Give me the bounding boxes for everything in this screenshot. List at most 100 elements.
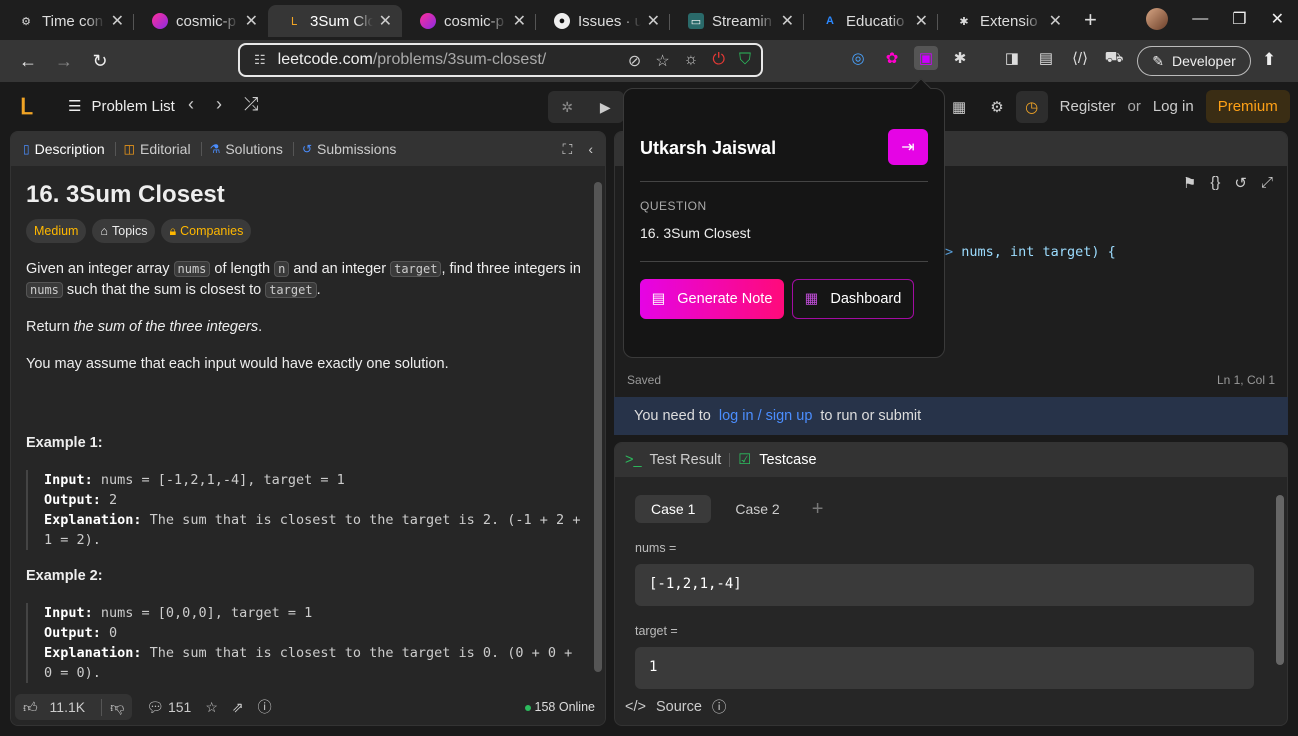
notes-extension-icon[interactable]: ▣	[914, 46, 938, 70]
code-icon[interactable]: ⟨/⟩	[1068, 46, 1092, 70]
close-window-icon[interactable]: ✕	[1271, 9, 1284, 29]
star-icon[interactable]: ☆	[655, 51, 669, 71]
testcase-tabs: >_ Test Result ☑ Testcase	[615, 443, 1287, 477]
dislike-button[interactable]: 👎︎	[101, 698, 132, 716]
like-dislike: 👍︎ 11.1K 👎︎	[15, 694, 133, 720]
browser-tab[interactable]: cosmic-p ✕	[134, 5, 268, 37]
site-settings-icon[interactable]: ☷	[254, 52, 266, 68]
minimize-icon[interactable]: —	[1192, 10, 1208, 28]
update-icon[interactable]: ⬆	[1262, 50, 1276, 70]
problem-statement: Given an integer array nums of length n …	[26, 261, 581, 298]
url-text: leetcode.com/problems/3sum-closest/	[277, 51, 547, 68]
dashboard-button[interactable]: ▦ Dashboard	[792, 279, 914, 319]
fullscreen-icon[interactable]: ⛶	[563, 141, 573, 158]
star-icon[interactable]: ☆	[205, 699, 218, 716]
help-icon[interactable]: ⓘ	[712, 696, 727, 717]
sun-icon[interactable]: ☼	[684, 51, 699, 71]
reset-icon[interactable]: ↺	[1234, 174, 1247, 192]
color-picker-icon[interactable]: ◎	[846, 46, 870, 70]
azure-icon: A	[826, 15, 834, 27]
help-icon[interactable]: ⓘ	[258, 697, 272, 717]
close-tab-icon[interactable]: ✕	[245, 11, 258, 31]
source-button[interactable]: </> Source ⓘ	[625, 696, 726, 717]
topics-tag[interactable]: ⌂ Topics	[92, 219, 156, 243]
forward-arrow-icon[interactable]: →	[46, 51, 82, 72]
reload-icon[interactable]: ↻	[82, 51, 118, 72]
profile-avatar[interactable]	[1146, 8, 1169, 30]
address-bar[interactable]: ☷ leetcode.com/problems/3sum-closest/ ⊘ …	[238, 43, 763, 77]
browser-tab[interactable]: ● Issues · u ✕	[536, 5, 670, 37]
next-problem-icon[interactable]: ›	[216, 94, 222, 115]
browser-tab[interactable]: ✱ Extensio ✕	[938, 5, 1072, 37]
checkbox-icon: ☑	[738, 452, 752, 468]
tab-submissions[interactable]: ↺ Submissions	[302, 141, 406, 157]
eye-off-icon[interactable]: ⊘	[628, 51, 641, 71]
browser-toolbar: ← → ↻ ☷ leetcode.com/problems/3sum-close…	[0, 40, 1298, 82]
nums-input[interactable]: [-1,2,1,-4]	[635, 564, 1254, 606]
share-icon[interactable]: ⇗	[232, 699, 244, 716]
problem-list-button[interactable]: ☰ Problem List	[68, 97, 175, 116]
developer-button[interactable]: ✎ Developer	[1137, 46, 1251, 76]
description-scrollbar[interactable]	[593, 170, 603, 690]
shield-icon[interactable]: ⛉	[739, 51, 751, 71]
comments-button[interactable]: 💬︎ 151	[146, 699, 191, 716]
target-input[interactable]: 1	[635, 647, 1254, 689]
back-arrow-icon[interactable]: ←	[10, 51, 46, 72]
bookmark-icon[interactable]: ⚑	[1183, 174, 1196, 192]
shuffle-icon[interactable]: ⤮	[244, 94, 258, 115]
stream-icon: ▭	[688, 13, 704, 29]
close-tab-icon[interactable]: ✕	[1049, 11, 1062, 31]
code-line[interactable]: > nums, int target) {	[945, 244, 1116, 260]
testcase-scrollbar[interactable]	[1275, 483, 1285, 689]
add-case-icon[interactable]: +	[812, 498, 824, 521]
leetcode-logo-icon[interactable]: ᒪ	[20, 94, 44, 119]
palette-icon[interactable]: ✿	[880, 46, 904, 70]
browser-tab[interactable]: ⚙ Time con ✕	[0, 5, 134, 37]
tab-testcase[interactable]: Testcase	[759, 452, 816, 468]
like-button[interactable]: 👍︎ 11.1K	[15, 699, 101, 716]
register-link[interactable]: Register	[1060, 98, 1116, 115]
collapse-icon[interactable]: ‹	[588, 141, 593, 158]
format-icon[interactable]: {}	[1210, 174, 1220, 192]
close-tab-icon[interactable]: ✕	[781, 11, 794, 31]
tab-description[interactable]: ▯ Description	[23, 141, 115, 157]
settings-icon[interactable]: ⚙	[990, 98, 1003, 116]
run-icon[interactable]: ▶	[600, 99, 611, 116]
case-2-tab[interactable]: Case 2	[719, 495, 795, 523]
history-icon[interactable]: ▤	[1034, 46, 1058, 70]
layout-icon[interactable]: ▦	[952, 98, 966, 116]
example-1-title: Example 1:	[26, 435, 103, 451]
tab-test-result[interactable]: Test Result	[650, 452, 722, 468]
close-tab-icon[interactable]: ✕	[647, 11, 660, 31]
browser-tab-active[interactable]: ᒪ 3Sum Clo ✕	[268, 5, 402, 37]
generate-note-button[interactable]: ▤ Generate Note	[640, 279, 784, 319]
tab-solutions[interactable]: ⚗ Solutions	[210, 141, 293, 157]
browser-tab[interactable]: ▭ Streamin ✕	[670, 5, 804, 37]
example-2-title: Example 2:	[26, 568, 103, 584]
close-tab-icon[interactable]: ✕	[513, 11, 526, 31]
close-tab-icon[interactable]: ✕	[379, 11, 392, 31]
close-tab-icon[interactable]: ✕	[915, 11, 928, 31]
problem-title[interactable]: 16. 3Sum Closest	[26, 183, 586, 207]
new-tab-icon[interactable]: +	[1084, 7, 1097, 33]
timer-icon[interactable]: ◷	[1015, 90, 1048, 123]
companies-tag[interactable]: 🔒︎ Companies	[161, 219, 252, 243]
sidepanel-icon[interactable]: ◨	[1000, 46, 1024, 70]
cart-icon[interactable]: ⛟	[1102, 46, 1126, 70]
browser-tab[interactable]: A Educatio ✕	[804, 5, 938, 37]
logout-button[interactable]: ⇥	[888, 129, 928, 165]
login-signup-link[interactable]: log in / sign up	[719, 408, 813, 424]
close-tab-icon[interactable]: ✕	[111, 11, 124, 31]
case-1-tab[interactable]: Case 1	[635, 495, 712, 523]
debug-icon[interactable]: ✲	[561, 99, 573, 116]
prev-problem-icon[interactable]: ‹	[188, 94, 194, 115]
premium-button[interactable]: Premium	[1205, 90, 1290, 123]
tab-editorial[interactable]: ◫ Editorial	[124, 141, 201, 157]
login-link[interactable]: Log in	[1153, 98, 1194, 115]
expand-icon[interactable]: ⤢	[1261, 174, 1273, 192]
browser-tab[interactable]: cosmic-p ✕	[402, 5, 536, 37]
puzzle-icon[interactable]: ✱	[948, 46, 972, 70]
restore-icon[interactable]: ❐	[1232, 9, 1246, 29]
heart-icon	[152, 13, 168, 29]
power-icon[interactable]: ⏻	[712, 51, 725, 71]
